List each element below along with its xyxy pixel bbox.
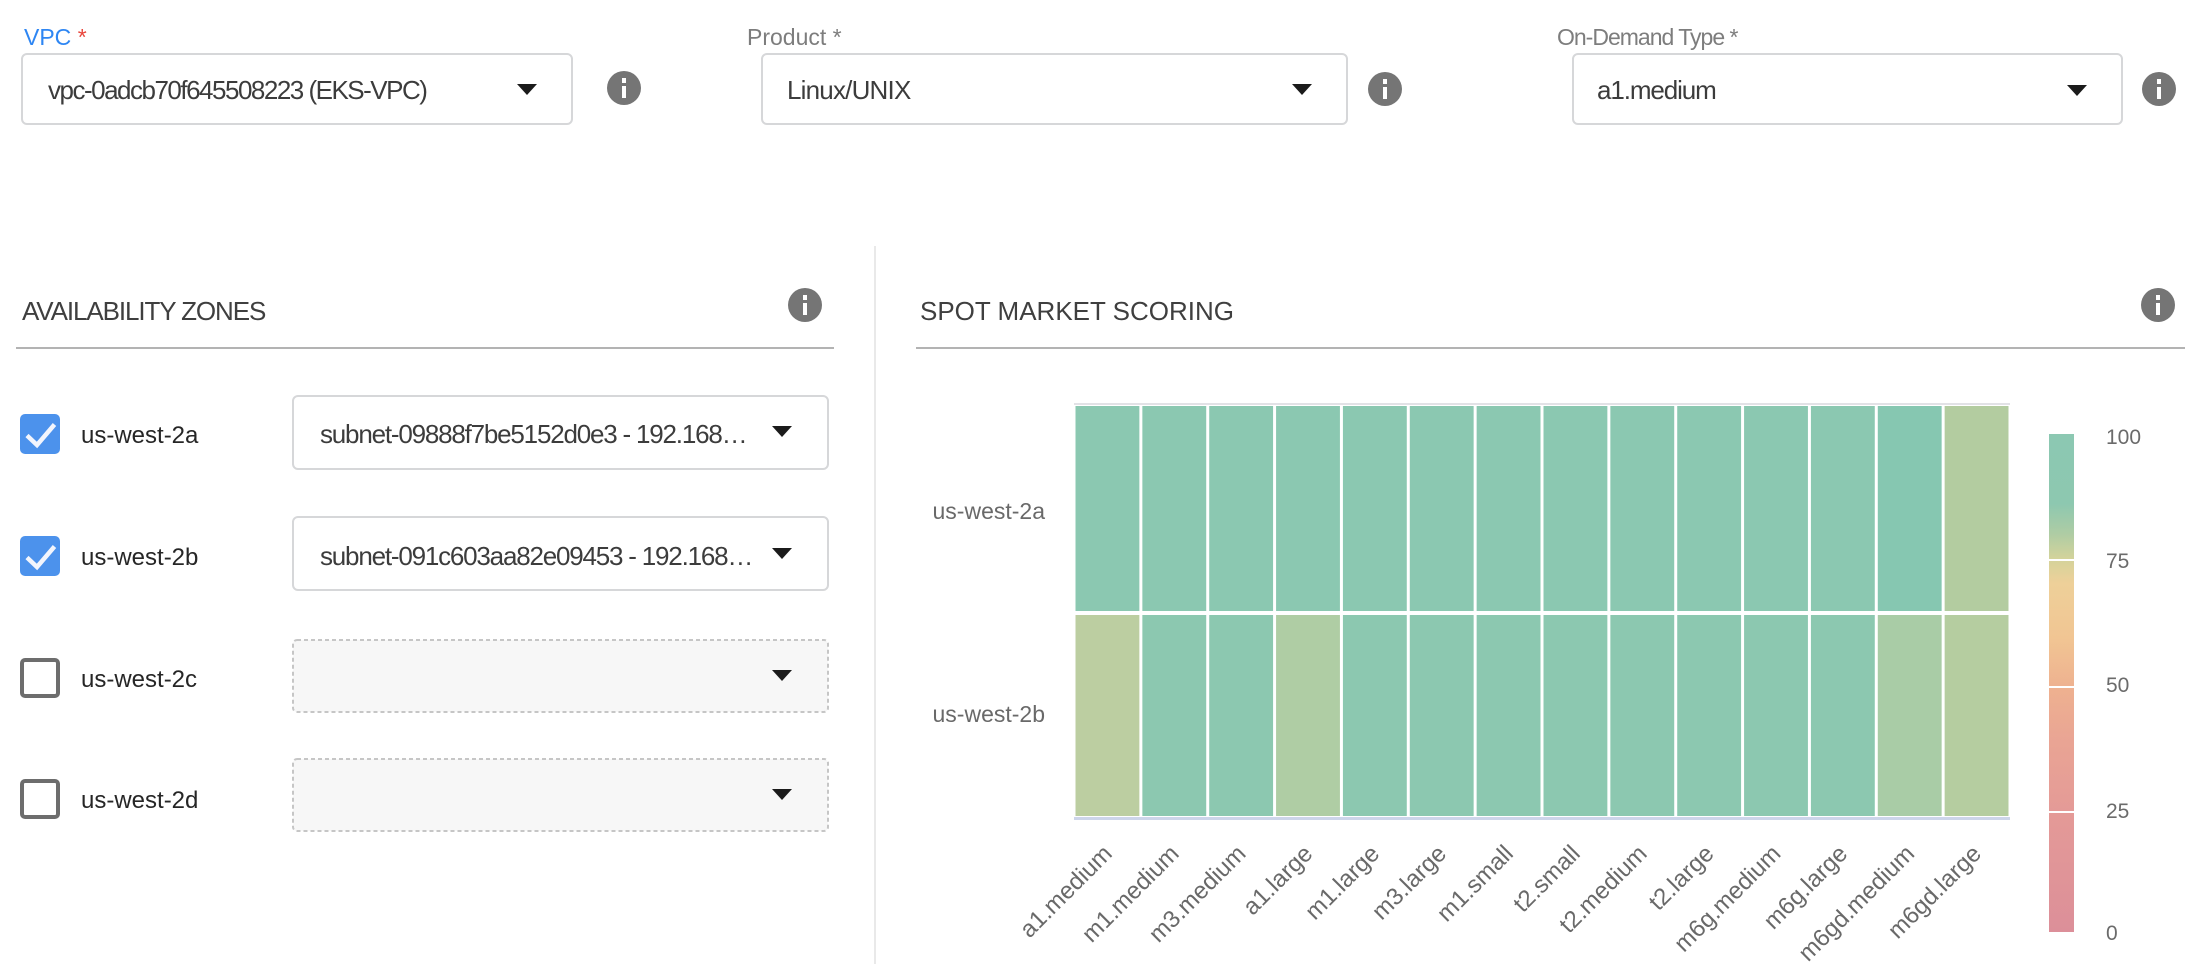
svg-text:25: 25 <box>2106 800 2129 823</box>
svg-text:100: 100 <box>2106 426 2141 449</box>
svg-text:50: 50 <box>2106 674 2129 697</box>
svg-text:us-west-2b: us-west-2b <box>933 701 1045 727</box>
svg-text:us-west-2a: us-west-2a <box>933 498 1046 524</box>
svg-text:m6gd.medium: m6gd.medium <box>1793 840 1920 964</box>
svg-text:0: 0 <box>2106 922 2118 945</box>
svg-text:75: 75 <box>2106 550 2129 573</box>
